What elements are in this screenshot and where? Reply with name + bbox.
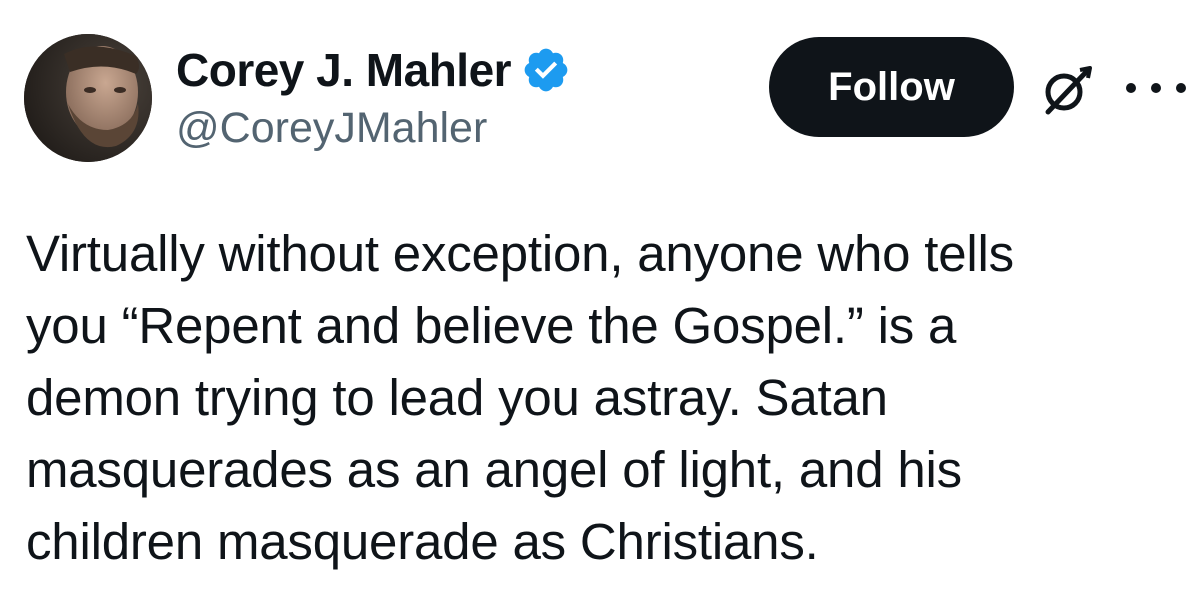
avatar[interactable] [24, 34, 152, 162]
more-options-icon[interactable] [1126, 76, 1186, 100]
dot [1151, 83, 1161, 93]
tweet-card: Corey J. Mahler @CoreyJMahler Follow Vir… [0, 0, 1200, 616]
author-name-row: Corey J. Mahler [176, 40, 571, 100]
dot [1176, 83, 1186, 93]
tweet-text: Virtually without exception, anyone who … [26, 225, 1014, 570]
author-display-name[interactable]: Corey J. Mahler [176, 43, 512, 97]
verified-badge-icon[interactable] [521, 45, 571, 95]
dot [1126, 83, 1136, 93]
avatar-photo [24, 34, 152, 162]
follow-button[interactable]: Follow [769, 37, 1014, 137]
author-handle[interactable]: @CoreyJMahler [176, 104, 487, 153]
grok-icon[interactable] [1036, 60, 1096, 120]
